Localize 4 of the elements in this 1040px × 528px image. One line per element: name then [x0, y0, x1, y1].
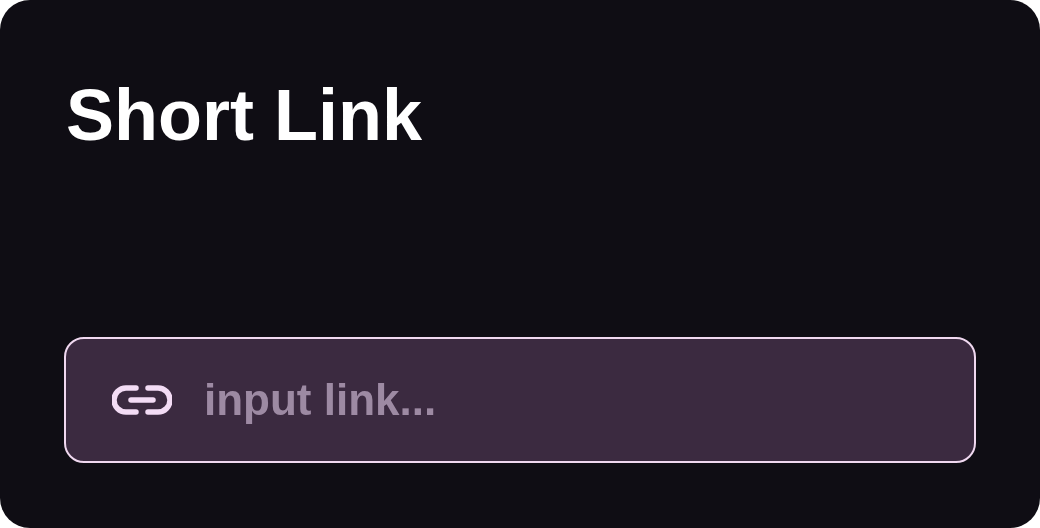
card-title: Short Link — [66, 74, 423, 157]
link-input[interactable]: input link... — [204, 375, 974, 425]
input-field-background[interactable]: input link... — [64, 337, 976, 463]
link-icon — [112, 383, 172, 417]
